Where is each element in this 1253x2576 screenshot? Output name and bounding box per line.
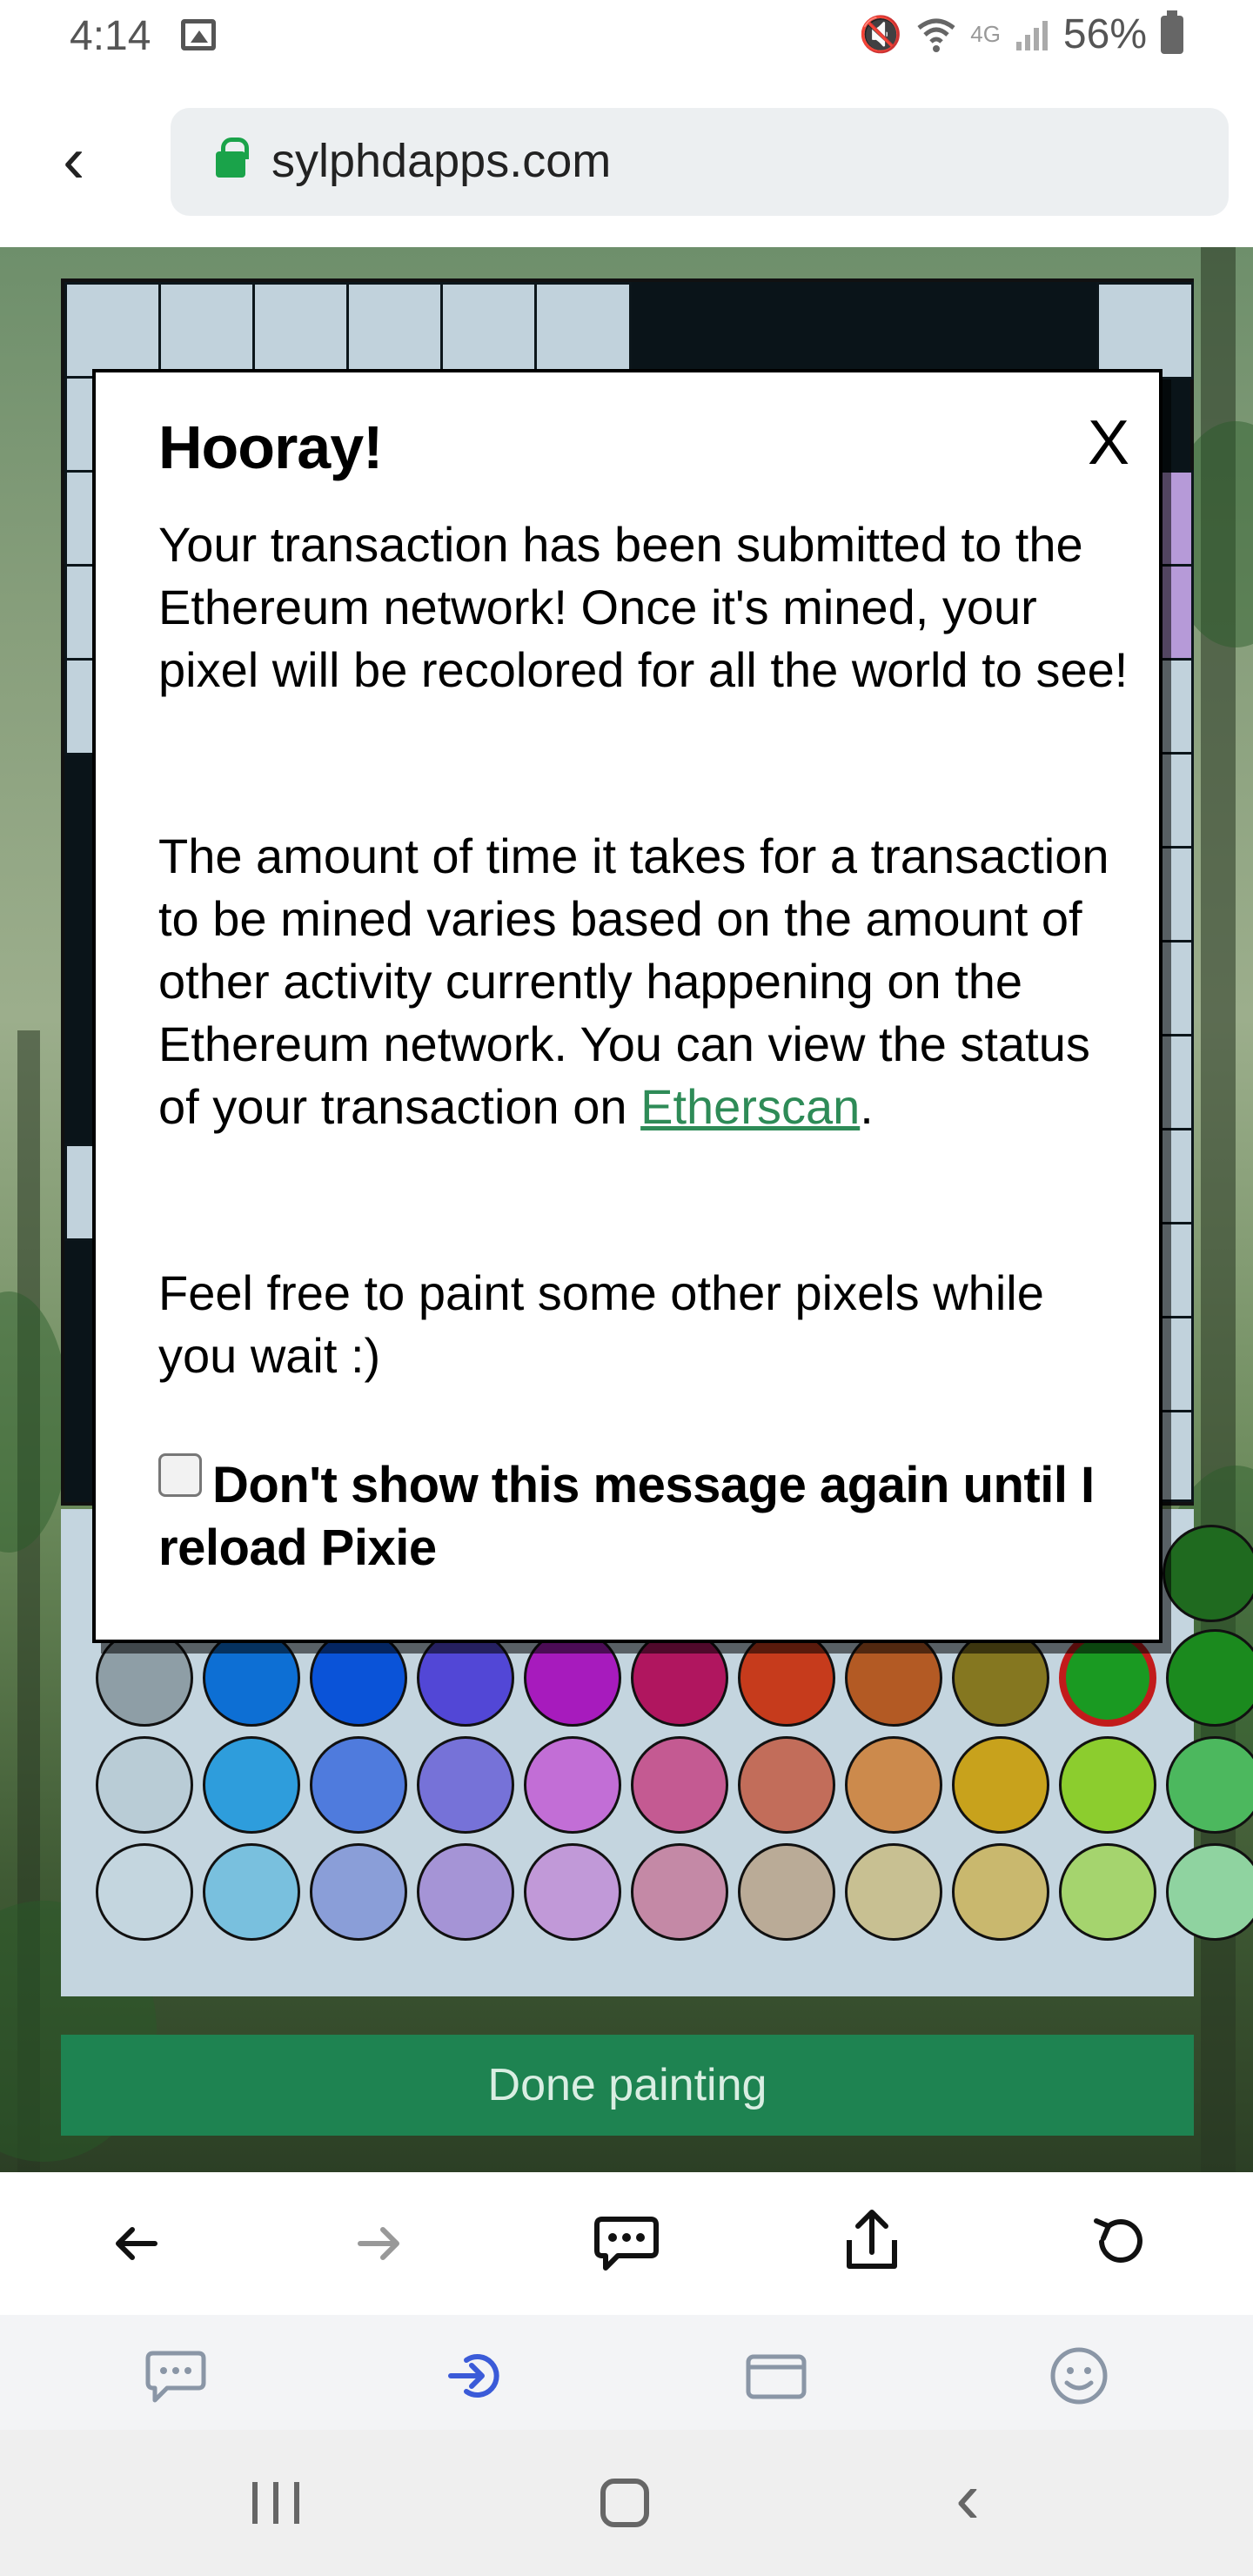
pixel-cell[interactable]: [1157, 470, 1194, 567]
color-swatch[interactable]: [952, 1736, 1049, 1834]
color-swatch[interactable]: [310, 1629, 407, 1727]
profile-icon[interactable]: [1044, 2341, 1114, 2411]
dont-show-again-label[interactable]: Don't show this message again until I re…: [158, 1457, 1095, 1576]
mute-icon: 🔇: [859, 16, 903, 54]
color-swatch[interactable]: [524, 1736, 621, 1834]
color-swatch[interactable]: [1059, 1843, 1156, 1941]
hooray-dialog: Hooray! X Your transaction has been subm…: [92, 369, 1163, 1643]
color-swatch[interactable]: [310, 1843, 407, 1941]
dapp-icon[interactable]: [442, 2341, 512, 2411]
color-swatch[interactable]: [845, 1843, 942, 1941]
background-foliage: [0, 1291, 70, 1553]
color-swatch[interactable]: [738, 1843, 835, 1941]
wallet-icon[interactable]: [741, 2341, 811, 2411]
color-swatch[interactable]: [524, 1629, 621, 1727]
pixel-cell[interactable]: [1157, 846, 1194, 943]
dont-show-again-option[interactable]: Don't show this message again until I re…: [158, 1453, 1133, 1580]
pixel-cell[interactable]: [1157, 1034, 1194, 1131]
arrow-left-icon[interactable]: [111, 2219, 160, 2268]
color-swatch[interactable]: [524, 1843, 621, 1941]
pixel-cell[interactable]: [252, 282, 350, 379]
done-painting-button[interactable]: Done painting: [61, 2035, 1194, 2136]
color-swatch[interactable]: [1059, 1629, 1156, 1727]
recent-apps-button[interactable]: [252, 2482, 299, 2524]
pixel-cell[interactable]: [64, 282, 162, 379]
pixel-cell[interactable]: [1157, 1128, 1194, 1225]
share-icon[interactable]: [842, 2207, 901, 2273]
color-swatch[interactable]: [417, 1843, 514, 1941]
browser-address-area: ‹ sylphdapps.com: [0, 73, 1253, 247]
status-time: 4:14: [70, 13, 151, 59]
color-swatch[interactable]: [1163, 1525, 1253, 1622]
address-bar[interactable]: sylphdapps.com: [171, 108, 1229, 216]
image-notification-icon: [181, 19, 216, 50]
color-swatch[interactable]: [1059, 1736, 1156, 1834]
pixel-cell[interactable]: [1157, 1316, 1194, 1413]
dialog-title: Hooray!: [158, 413, 383, 481]
color-swatch[interactable]: [203, 1843, 300, 1941]
pixel-cell[interactable]: [1157, 1410, 1194, 1502]
color-swatch[interactable]: [96, 1629, 193, 1727]
color-swatch[interactable]: [203, 1629, 300, 1727]
home-button[interactable]: [600, 2479, 649, 2527]
color-swatch[interactable]: [845, 1736, 942, 1834]
color-swatch[interactable]: [631, 1629, 728, 1727]
pixel-cell[interactable]: [346, 282, 444, 379]
url-text[interactable]: sylphdapps.com: [271, 134, 611, 188]
color-swatch[interactable]: [952, 1843, 1049, 1941]
pixel-cell[interactable]: [1157, 940, 1194, 1037]
chat-icon[interactable]: [141, 2341, 211, 2411]
signal-icon: [1015, 20, 1048, 50]
color-swatch[interactable]: [96, 1843, 193, 1941]
android-navigation-bar: ‹: [0, 2430, 1253, 2576]
color-swatch[interactable]: [631, 1736, 728, 1834]
status-icons: 🔇 4G 56%: [859, 10, 1183, 58]
battery-icon: [1161, 10, 1183, 54]
dialog-paragraph: Your transaction has been submitted to t…: [158, 517, 1129, 697]
pixel-cell[interactable]: [1157, 658, 1194, 755]
back-button[interactable]: ‹: [955, 2461, 980, 2534]
status-bar: 4:14 🔇 4G 56%: [0, 0, 1253, 73]
dont-show-again-checkbox[interactable]: [158, 1453, 202, 1497]
color-swatch[interactable]: [417, 1629, 514, 1727]
dialog-paragraph: Feel free to paint some other pixels whi…: [158, 1265, 1044, 1383]
color-swatch[interactable]: [952, 1629, 1049, 1727]
dialog-text: .: [860, 1079, 874, 1134]
close-button[interactable]: X: [1088, 407, 1129, 479]
color-swatch[interactable]: [417, 1736, 514, 1834]
pixel-cell[interactable]: [1157, 564, 1194, 661]
pixel-cell[interactable]: [1157, 1222, 1194, 1319]
pixel-cell[interactable]: [1157, 752, 1194, 849]
color-swatch[interactable]: [738, 1736, 835, 1834]
pixel-cell[interactable]: [440, 282, 538, 379]
etherscan-link[interactable]: Etherscan: [640, 1079, 860, 1134]
wifi-icon: [917, 18, 955, 52]
color-swatch[interactable]: [310, 1736, 407, 1834]
color-swatch[interactable]: [845, 1629, 942, 1727]
battery-percentage: 56%: [1062, 11, 1147, 57]
reload-icon[interactable]: [1089, 2212, 1149, 2271]
lock-icon: [216, 138, 249, 178]
pixel-cell[interactable]: [534, 282, 632, 379]
color-swatch[interactable]: [96, 1736, 193, 1834]
arrow-right-icon[interactable]: [355, 2219, 404, 2268]
color-swatch[interactable]: [203, 1736, 300, 1834]
color-swatch[interactable]: [738, 1629, 835, 1727]
network-type: 4G: [970, 21, 1001, 47]
app-tab-bar: [0, 2315, 1253, 2430]
browser-toolbar: [0, 2172, 1253, 2315]
dialog-paragraph: The amount of time it takes for a transa…: [158, 825, 1133, 1138]
color-swatch[interactable]: [1166, 1629, 1253, 1727]
pixel-cell[interactable]: [158, 282, 256, 379]
chat-bubble-icon[interactable]: [593, 2212, 660, 2275]
dialog-text: The amount of time it takes for a transa…: [158, 828, 1109, 1134]
color-swatch[interactable]: [631, 1843, 728, 1941]
color-swatch[interactable]: [1166, 1736, 1253, 1834]
pixel-cell[interactable]: [1096, 282, 1194, 379]
color-swatch[interactable]: [1166, 1843, 1253, 1941]
chevron-left-icon[interactable]: ‹: [63, 127, 84, 193]
